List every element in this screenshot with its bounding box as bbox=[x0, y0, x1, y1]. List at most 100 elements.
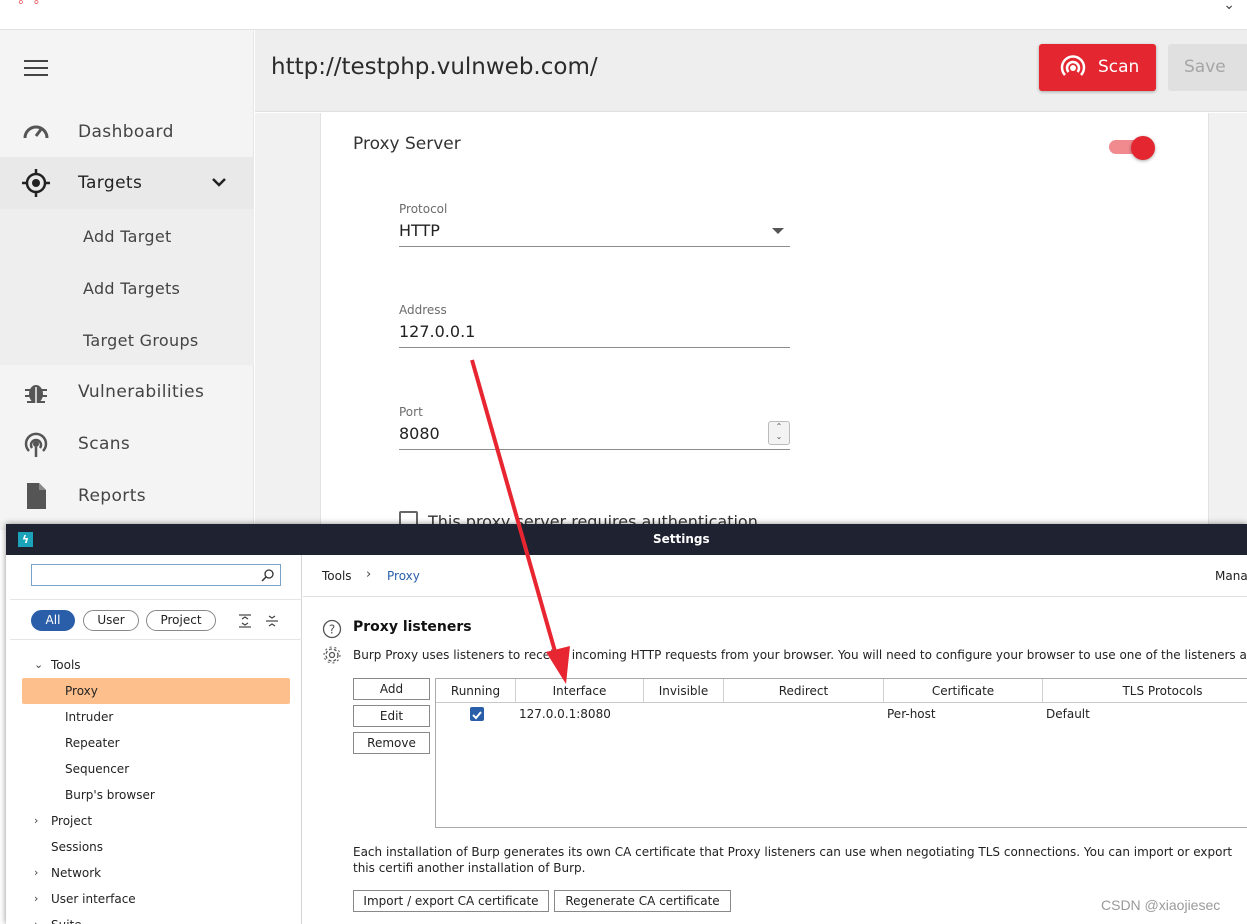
breadcrumb-proxy[interactable]: Proxy bbox=[387, 569, 420, 583]
scan-button[interactable]: Scan bbox=[1039, 44, 1156, 91]
burp-app-icon: ϟ bbox=[18, 532, 33, 547]
protocol-value: HTTP bbox=[399, 221, 440, 240]
field-underline bbox=[399, 246, 790, 247]
gear-icon[interactable] bbox=[322, 645, 342, 665]
chevron-right-icon[interactable]: › bbox=[34, 860, 38, 886]
manage-link[interactable]: Mana bbox=[1215, 569, 1247, 583]
scope-filter-bar: All User Project bbox=[10, 599, 302, 640]
sidebar-item-dashboard[interactable]: Dashboard bbox=[0, 106, 254, 158]
sidebar-item-label: Targets bbox=[78, 173, 143, 193]
tree-item-tools[interactable]: ⌄ Tools bbox=[10, 652, 302, 678]
bug-icon bbox=[25, 385, 47, 403]
add-listener-button[interactable]: Add bbox=[353, 678, 430, 700]
radar-icon bbox=[1060, 55, 1086, 76]
proxy-listeners-table: Running Interface Invisible Redirect Cer… bbox=[435, 678, 1247, 828]
column-header-tls-protocols[interactable]: TLS Protocols bbox=[1043, 679, 1247, 703]
cell-tls-protocols[interactable]: Default bbox=[1046, 704, 1090, 724]
chevron-right-icon[interactable]: › bbox=[34, 912, 38, 924]
proxy-server-title: Proxy Server bbox=[353, 134, 461, 154]
chevron-down-icon[interactable]: ⌄ bbox=[1223, 0, 1235, 13]
menu-icon[interactable] bbox=[24, 60, 48, 76]
column-header-running[interactable]: Running bbox=[436, 679, 516, 703]
port-field[interactable]: Port 8080 ⌃ ⌄ bbox=[399, 405, 790, 450]
protocol-select[interactable]: Protocol HTTP bbox=[399, 202, 790, 247]
document-icon bbox=[27, 483, 46, 509]
help-icon[interactable]: ? bbox=[322, 619, 342, 639]
sidebar-item-label: Vulnerabilities bbox=[78, 382, 205, 402]
regenerate-ca-button[interactable]: Regenerate CA certificate bbox=[554, 890, 731, 912]
radar-icon bbox=[24, 432, 48, 457]
column-header-interface[interactable]: Interface bbox=[516, 679, 644, 703]
sidebar-item-label: Scans bbox=[78, 434, 131, 454]
save-button[interactable]: Save bbox=[1168, 44, 1247, 91]
tree-item-suite[interactable]: › Suite bbox=[10, 912, 302, 924]
tree-item-label: Repeater bbox=[65, 736, 120, 750]
watermark: CSDN @xiaojiesec bbox=[1101, 897, 1221, 913]
chevron-down-icon[interactable]: ⌄ bbox=[34, 652, 43, 678]
tree-item-network[interactable]: › Network bbox=[10, 860, 302, 886]
svg-text:?: ? bbox=[329, 623, 335, 637]
sidebar-item-targets[interactable]: Targets bbox=[0, 157, 254, 209]
field-underline bbox=[399, 449, 790, 450]
address-field[interactable]: Address 127.0.0.1 bbox=[399, 303, 790, 348]
expand-all-icon[interactable] bbox=[238, 614, 252, 628]
table-header: Running Interface Invisible Redirect Cer… bbox=[436, 679, 1247, 703]
chevron-right-icon[interactable]: › bbox=[34, 808, 38, 834]
tree-item-intruder[interactable]: Intruder bbox=[10, 704, 302, 730]
sidebar-item-reports[interactable]: Reports bbox=[0, 470, 254, 522]
column-header-certificate[interactable]: Certificate bbox=[884, 679, 1043, 703]
tree-item-sessions[interactable]: Sessions bbox=[10, 834, 302, 860]
proxy-server-toggle[interactable] bbox=[1109, 136, 1157, 160]
submenu-item-add-target[interactable]: Add Target bbox=[83, 227, 172, 246]
submenu-item-target-groups[interactable]: Target Groups bbox=[83, 331, 199, 350]
column-header-invisible[interactable]: Invisible bbox=[644, 679, 724, 703]
tree-item-label: Suite bbox=[51, 912, 82, 924]
filter-user[interactable]: User bbox=[83, 610, 139, 631]
dropdown-arrow-icon bbox=[772, 228, 784, 234]
target-header: http://testphp.vulnweb.com/ Scan Save bbox=[255, 30, 1247, 112]
cell-certificate[interactable]: Per-host bbox=[887, 704, 936, 724]
filter-all[interactable]: All bbox=[31, 610, 75, 631]
collapse-all-icon[interactable] bbox=[265, 614, 279, 628]
sidebar-item-label: Dashboard bbox=[78, 122, 174, 142]
cell-interface[interactable]: 127.0.0.1:8080 bbox=[519, 704, 611, 724]
scan-button-label: Scan bbox=[1098, 57, 1140, 77]
tree-item-burps-browser[interactable]: Burp's browser bbox=[10, 782, 302, 808]
window-titlebar[interactable]: ϟ Settings bbox=[6, 524, 1247, 555]
burp-settings-window: ϟ Settings All User Project ⌄ Tools Prox… bbox=[6, 524, 1247, 924]
import-export-ca-button[interactable]: Import / export CA certificate bbox=[353, 890, 549, 912]
sidebar-item-vulnerabilities[interactable]: Vulnerabilities bbox=[0, 366, 254, 418]
tree-item-repeater[interactable]: Repeater bbox=[10, 730, 302, 756]
sidebar-item-scans[interactable]: Scans bbox=[0, 418, 254, 470]
chevron-right-icon[interactable]: › bbox=[34, 886, 38, 912]
tree-item-label: Tools bbox=[51, 658, 81, 672]
sidebar: Dashboard Targets Add Target Add Targets… bbox=[0, 30, 254, 530]
edit-listener-button[interactable]: Edit bbox=[353, 705, 430, 727]
address-label: Address bbox=[399, 303, 447, 317]
tree-item-user-interface[interactable]: › User interface bbox=[10, 886, 302, 912]
filter-project[interactable]: Project bbox=[146, 610, 216, 631]
remove-listener-button[interactable]: Remove bbox=[353, 732, 430, 754]
running-checkbox[interactable] bbox=[470, 707, 484, 721]
address-value: 127.0.0.1 bbox=[399, 322, 476, 341]
tree-item-proxy[interactable]: Proxy bbox=[22, 678, 290, 704]
targets-submenu: Add Target Add Targets Target Groups bbox=[0, 209, 254, 365]
logo-fragment: ◦◦ bbox=[18, 0, 50, 11]
sidebar-item-label: Reports bbox=[78, 486, 147, 506]
chevron-down-icon[interactable] bbox=[210, 173, 228, 191]
submenu-item-add-targets[interactable]: Add Targets bbox=[83, 279, 180, 298]
tree-item-project[interactable]: › Project bbox=[10, 808, 302, 834]
breadcrumb: Tools › Proxy Mana bbox=[303, 555, 1247, 597]
section-title: Proxy listeners bbox=[353, 619, 472, 635]
tree-item-label: Burp's browser bbox=[65, 788, 155, 802]
settings-search-input[interactable] bbox=[31, 564, 281, 586]
tree-item-label: Intruder bbox=[65, 710, 114, 724]
number-stepper[interactable]: ⌃ ⌄ bbox=[768, 421, 790, 445]
speedometer-icon bbox=[23, 125, 49, 139]
crosshair-icon bbox=[22, 169, 50, 197]
column-header-redirect[interactable]: Redirect bbox=[724, 679, 884, 703]
breadcrumb-tools[interactable]: Tools bbox=[322, 569, 352, 583]
checkmark-icon bbox=[472, 711, 482, 720]
tree-item-label: Sessions bbox=[51, 840, 104, 854]
tree-item-sequencer[interactable]: Sequencer bbox=[10, 756, 302, 782]
